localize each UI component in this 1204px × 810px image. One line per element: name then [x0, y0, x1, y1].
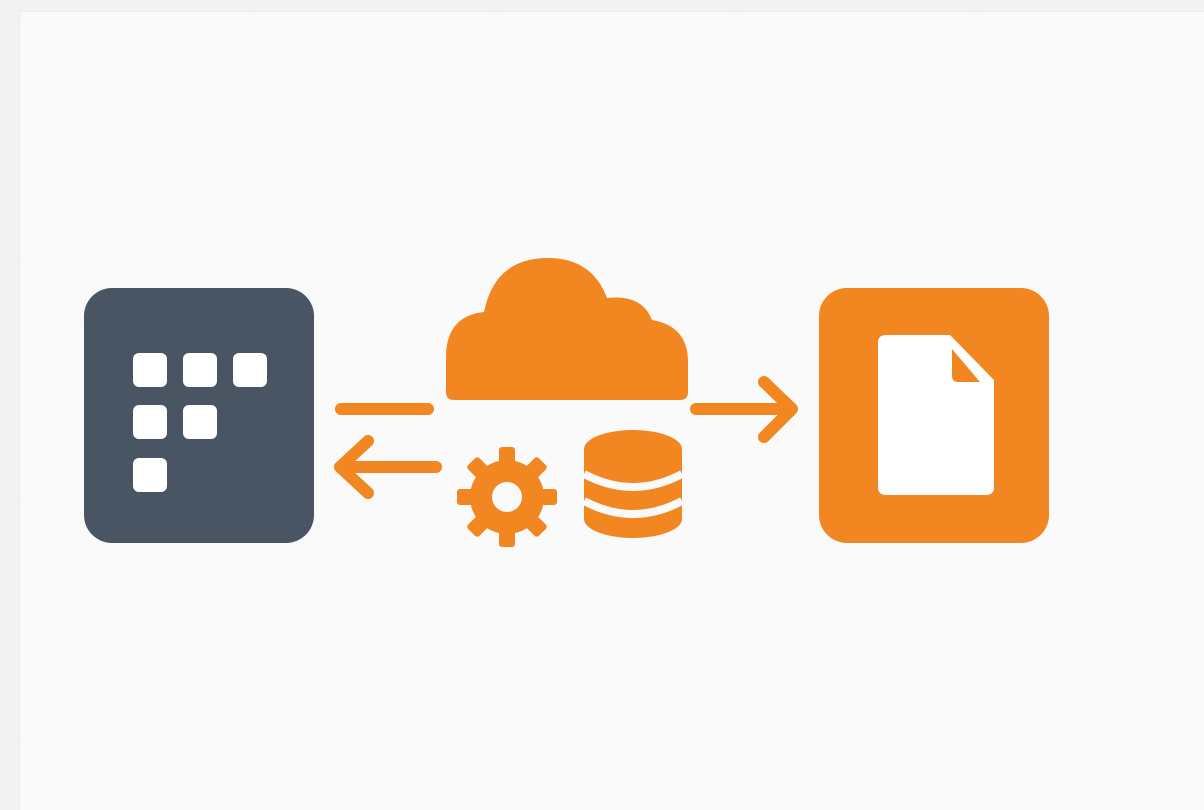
grid-square: [183, 405, 217, 439]
integration-diagram: [20, 12, 1204, 810]
grid-square: [183, 353, 217, 387]
source-app-node: [84, 288, 314, 543]
database-top: [584, 430, 682, 468]
gear-hole: [492, 482, 522, 512]
database-icon: [582, 430, 684, 538]
grid-square: [233, 353, 267, 387]
grid-square: [133, 405, 167, 439]
target-document-node: [819, 288, 1049, 543]
gear-node: [457, 447, 557, 547]
grid-square: [133, 353, 167, 387]
database-node: [582, 430, 684, 538]
gear-icon: [457, 447, 557, 547]
canvas: [0, 0, 1204, 810]
grid-square: [133, 458, 167, 492]
